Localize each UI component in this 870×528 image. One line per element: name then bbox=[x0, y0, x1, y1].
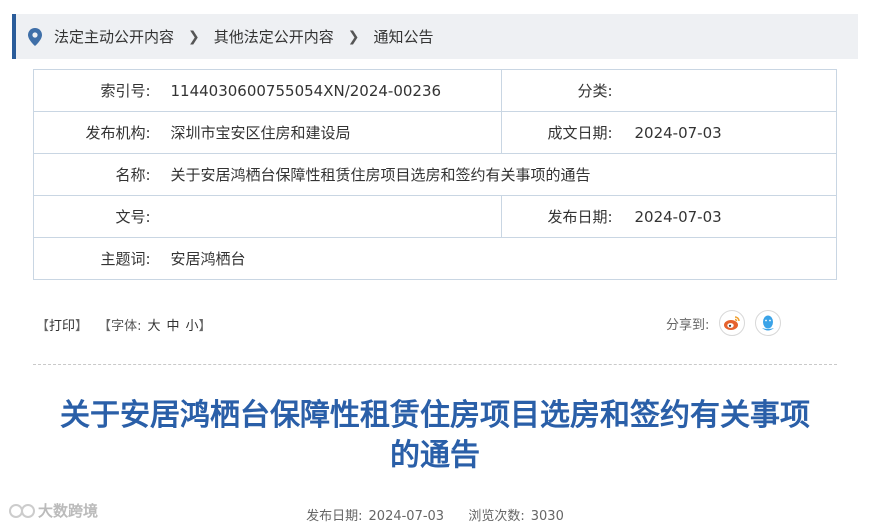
watermark-text: 大数跨境 bbox=[38, 502, 99, 520]
category-value bbox=[626, 69, 837, 112]
watermark: 大数跨境 bbox=[8, 500, 98, 521]
table-row: 文号: 发布日期: 2024-07-03 bbox=[33, 195, 837, 238]
weibo-icon bbox=[724, 316, 741, 330]
publish-date-value: 2024-07-03 bbox=[368, 509, 445, 524]
qq-share-button[interactable] bbox=[755, 310, 782, 336]
keywords-label: 主题词: bbox=[33, 237, 165, 280]
category-label: 分类: bbox=[501, 69, 627, 112]
view-count-value: 3030 bbox=[530, 509, 564, 524]
page-tools: 【打印】 【字体: 大 中 小】 bbox=[36, 315, 212, 334]
table-row: 名称: 关于安居鸿栖台保障性租赁住房项目选房和签约有关事项的通告 bbox=[33, 153, 837, 196]
font-medium-button[interactable]: 中 bbox=[166, 315, 179, 334]
font-size-label: 字体: bbox=[111, 319, 142, 334]
share-bar: 分享到: bbox=[666, 310, 782, 336]
name-value: 关于安居鸿栖台保障性租赁住房项目选房和签约有关事项的通告 bbox=[164, 153, 837, 196]
font-large-button[interactable]: 大 bbox=[147, 315, 160, 334]
table-row: 发布机构: 深圳市宝安区住房和建设局 成文日期: 2024-07-03 bbox=[33, 111, 837, 154]
weibo-share-button[interactable] bbox=[719, 310, 746, 336]
breadcrumb-item-public-content[interactable]: 法定主动公开内容 bbox=[54, 26, 174, 47]
table-row: 索引号: 1144030600755054XN/2024-00236 分类: bbox=[33, 69, 837, 112]
breadcrumb: 法定主动公开内容 ❯ 其他法定公开内容 ❯ 通知公告 bbox=[12, 14, 858, 59]
publisher-label: 发布机构: bbox=[33, 111, 165, 154]
breadcrumb-item-notices[interactable]: 通知公告 bbox=[374, 26, 434, 47]
article-title: 关于安居鸿栖台保障性租赁住房项目选房和签约有关事项 的通告 bbox=[60, 398, 810, 473]
share-label: 分享到: bbox=[666, 317, 710, 333]
chevron-right-icon: ❯ bbox=[188, 28, 200, 45]
chevron-right-icon: ❯ bbox=[347, 28, 360, 45]
article-meta: 发布日期: 2024-07-03 浏览次数: 3030 bbox=[0, 505, 870, 524]
font-small-button[interactable]: 小 bbox=[185, 315, 198, 334]
name-label: 名称: bbox=[33, 153, 165, 196]
watermark-logo-icon bbox=[9, 503, 35, 518]
divider bbox=[33, 364, 837, 365]
view-count-label: 浏览次数: bbox=[468, 509, 525, 524]
location-pin-icon bbox=[28, 27, 42, 46]
doc-number-value bbox=[164, 195, 502, 238]
index-label: 索引号: bbox=[33, 69, 165, 112]
created-date-label: 成文日期: bbox=[501, 111, 627, 154]
publish-date-value: 2024-07-03 bbox=[626, 195, 837, 238]
print-button[interactable]: 打印 bbox=[49, 315, 75, 334]
created-date-value: 2024-07-03 bbox=[626, 111, 837, 154]
publish-date-label: 发布日期: bbox=[306, 509, 363, 524]
document-info-table: 索引号: 1144030600755054XN/2024-00236 分类: 发… bbox=[33, 69, 837, 280]
doc-number-label: 文号: bbox=[33, 195, 165, 238]
table-row: 主题词: 安居鸿栖台 bbox=[33, 237, 837, 280]
index-value: 1144030600755054XN/2024-00236 bbox=[164, 69, 502, 112]
breadcrumb-item-other-content[interactable]: 其他法定公开内容 bbox=[214, 26, 334, 47]
qq-icon bbox=[762, 315, 775, 331]
publish-date-label: 发布日期: bbox=[501, 195, 627, 238]
publisher-value: 深圳市宝安区住房和建设局 bbox=[164, 111, 502, 154]
keywords-value: 安居鸿栖台 bbox=[164, 237, 837, 280]
